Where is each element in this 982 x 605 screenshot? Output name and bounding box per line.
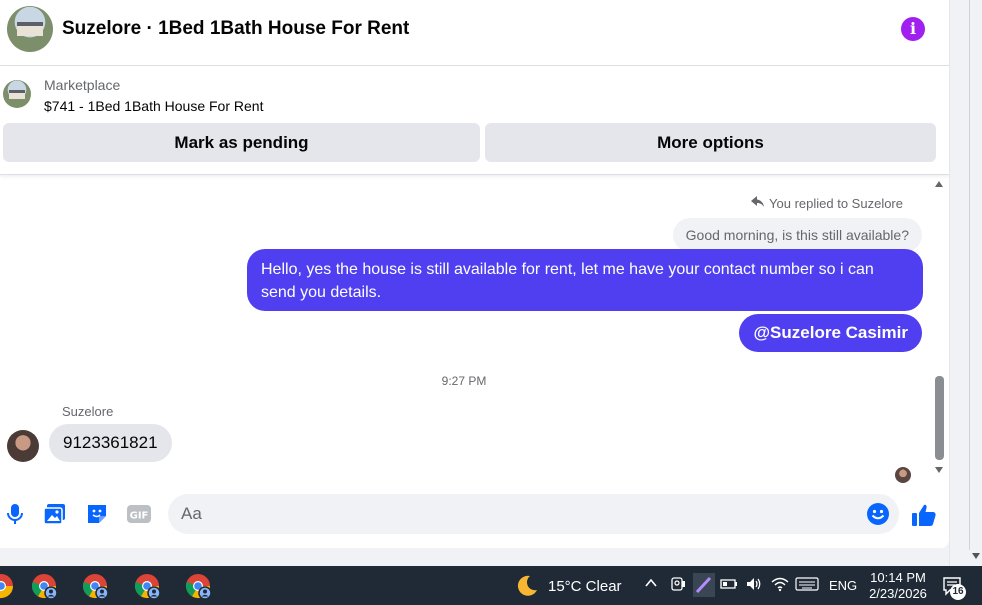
- keyboard-icon[interactable]: [795, 576, 819, 596]
- battery-icon[interactable]: [720, 576, 738, 596]
- volume-icon[interactable]: [745, 576, 763, 596]
- wifi-icon[interactable]: [771, 576, 789, 596]
- sender-avatar[interactable]: [7, 430, 39, 462]
- quoted-message[interactable]: Good morning, is this still available?: [672, 218, 922, 252]
- chevron-up-icon[interactable]: [644, 576, 658, 594]
- reply-indicator-text: You replied to Suzelore: [769, 196, 903, 211]
- like-icon[interactable]: [911, 502, 937, 528]
- moon-icon[interactable]: [515, 574, 539, 598]
- outgoing-mention-message[interactable]: @Suzelore Casimir: [739, 314, 922, 352]
- scrollbar-track: [969, 0, 970, 550]
- mark-as-pending-button[interactable]: Mark as pending: [3, 123, 480, 162]
- message-timestamp: 9:27 PM: [441, 374, 487, 388]
- seen-indicator-avatar: [895, 467, 911, 483]
- language-indicator[interactable]: ENG: [829, 578, 857, 593]
- sender-name: Suzelore: [62, 404, 114, 419]
- pen-icon[interactable]: [693, 573, 715, 597]
- marketplace-banner: Marketplace $741 - 1Bed 1Bath House For …: [0, 67, 949, 175]
- notification-badge: 16: [950, 584, 966, 600]
- more-options-button[interactable]: More options: [485, 123, 936, 162]
- message-composer: GIF: [0, 486, 949, 548]
- scroll-down-arrow[interactable]: [935, 467, 943, 473]
- clock-date[interactable]: 2/23/2026: [866, 586, 930, 601]
- chrome-profile-icon[interactable]: [134, 573, 161, 600]
- clock-time[interactable]: 10:14 PM: [866, 570, 930, 585]
- camera-icon[interactable]: [670, 576, 686, 596]
- chrome-profile-icon[interactable]: [31, 573, 58, 600]
- listing-thumbnail[interactable]: [3, 80, 31, 108]
- listing-title[interactable]: $741 - 1Bed 1Bath House For Rent: [44, 98, 263, 114]
- chrome-icon[interactable]: [0, 573, 14, 599]
- message-input[interactable]: [181, 494, 861, 534]
- chrome-profile-icon[interactable]: [185, 573, 212, 600]
- chrome-profile-icon[interactable]: [82, 573, 109, 600]
- message-input-wrapper: [168, 494, 899, 534]
- outgoing-message[interactable]: Hello, yes the house is still available …: [247, 249, 923, 311]
- svg-text:GIF: GIF: [130, 511, 149, 522]
- gif-icon[interactable]: GIF: [126, 502, 151, 526]
- incoming-message[interactable]: 9123361821: [49, 424, 172, 462]
- emoji-icon[interactable]: [866, 502, 890, 526]
- weather-text[interactable]: 15°C Clear: [548, 578, 622, 595]
- info-icon[interactable]: i: [901, 17, 925, 41]
- chat-title[interactable]: Suzelore · 1Bed 1Bath House For Rent: [62, 18, 409, 40]
- windows-taskbar: 15°C Clear ENG 10:14 PM 2/23/2026 16: [0, 566, 982, 605]
- chat-panel: Suzelore · 1Bed 1Bath House For Rent i M…: [0, 0, 949, 548]
- microphone-icon[interactable]: [3, 502, 27, 526]
- sticker-icon[interactable]: [85, 502, 109, 526]
- chat-header: Suzelore · 1Bed 1Bath House For Rent i: [0, 0, 949, 66]
- listing-avatar[interactable]: [7, 6, 53, 52]
- photo-icon[interactable]: [43, 502, 67, 526]
- reply-icon: [751, 196, 765, 211]
- reply-indicator: You replied to Suzelore: [751, 196, 903, 211]
- page-scrollbar[interactable]: [949, 0, 982, 566]
- scrollbar-thumb[interactable]: [935, 376, 944, 460]
- scroll-up-arrow[interactable]: [935, 181, 943, 187]
- marketplace-label: Marketplace: [44, 77, 121, 93]
- page-scroll-down-arrow[interactable]: [972, 553, 980, 559]
- message-list[interactable]: You replied to Suzelore Good morning, is…: [0, 176, 949, 486]
